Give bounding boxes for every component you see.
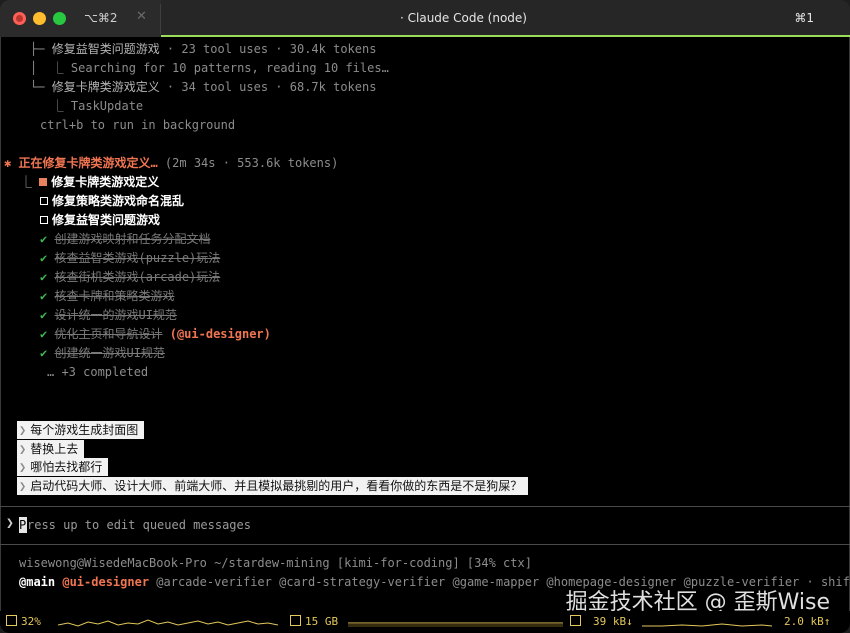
prompt-input[interactable]: ress up to edit queued messages xyxy=(27,516,251,535)
tree-branch-icon: └─ xyxy=(30,80,52,94)
task-assignee: (@ui-designer) xyxy=(169,327,271,341)
task-label: 优化主页和导航设计 xyxy=(54,327,163,341)
minimize-window-button[interactable] xyxy=(33,12,46,25)
system-status-bar: 32% 15 GB 39 kB↓ 2.0 kB↑ xyxy=(0,611,850,633)
task-label: 设计统一的游戏UI规范 xyxy=(54,308,177,322)
maximize-window-button[interactable] xyxy=(53,12,66,25)
queued-chevron-icon: ❯ xyxy=(19,423,27,437)
agent-activity: ⎿ TaskUpdate xyxy=(30,97,143,116)
tree-branch-icon: │ ⎿ xyxy=(30,61,71,75)
prompt-chevron-icon: ❯ xyxy=(6,516,14,531)
queued-message[interactable]: ❯ 启动代码大师、设计大师、前端大师、并且模拟最挑剔的用户，看看你做的东西是不是狗… xyxy=(17,477,529,495)
net-down-value: 39 kB↓ xyxy=(593,615,633,628)
tree-branch-icon: ├─ xyxy=(30,42,52,56)
queued-message[interactable]: ❯ 哪怕去找都行 xyxy=(17,458,109,476)
check-icon: ✔ xyxy=(40,327,48,341)
tab-shortcut-label[interactable]: ⌥⌘2 xyxy=(84,11,117,25)
close-window-button[interactable] xyxy=(13,12,26,25)
window-shortcut-label: ⌘1 xyxy=(794,11,814,25)
tree-branch-icon: ⎿ xyxy=(30,99,71,113)
agent-meta: · 23 tool uses · 30.4k tokens xyxy=(159,42,377,56)
check-icon: ✔ xyxy=(40,270,48,284)
queued-message-text: 每个游戏生成封面图 xyxy=(30,423,139,437)
agent-activity-text: Searching for 10 patterns, reading 10 fi… xyxy=(70,61,389,75)
queued-message-text: 替换上去 xyxy=(30,442,79,456)
terminal-window: ⌥⌘2 ✕ · Claude Code (node) ⌘1 ├─ 修复益智类问题… xyxy=(0,0,850,633)
input-top-divider xyxy=(0,506,850,507)
task-label: 修复卡牌类游戏定义 xyxy=(51,175,160,189)
task-item-completed: ✔ 创建游戏映射和任务分配文档 xyxy=(40,230,210,249)
check-icon: ✔ xyxy=(40,308,48,322)
queued-message-text: 哪怕去找都行 xyxy=(30,460,103,474)
agent-mention-main[interactable]: @main xyxy=(19,575,55,589)
network-sparkline xyxy=(642,623,772,627)
tree-branch-icon: ⎿ xyxy=(20,175,40,189)
tab-close-icon[interactable]: ✕ xyxy=(136,9,147,24)
task-item-completed: ✔ 核查卡牌和策略类游戏 xyxy=(40,287,174,306)
check-icon: ✔ xyxy=(40,346,48,360)
agent-name: 修复益智类问题游戏 xyxy=(51,42,160,56)
agent-tree-item: ├─ 修复益智类问题游戏 · 23 tool uses · 30.4k toke… xyxy=(30,40,376,59)
queued-chevron-icon: ❯ xyxy=(19,479,27,493)
footer-path-line: wisewong@WisedeMacBook-Pro ~/stardew-min… xyxy=(19,556,532,570)
spinner-star-icon: ✱ xyxy=(4,156,12,170)
window-title: · Claude Code (node) xyxy=(400,11,527,25)
memory-sparkline xyxy=(348,622,563,627)
title-bar: ⌥⌘2 ✕ · Claude Code (node) ⌘1 xyxy=(0,0,850,37)
cpu-value: 32% xyxy=(21,615,41,628)
agent-activity-text: TaskUpdate xyxy=(70,99,144,113)
task-label: 修复策略类游戏命名混乱 xyxy=(52,194,185,208)
queued-message-text: 启动代码大师、设计大师、前端大师、并且模拟最挑剔的用户，看看你做的东西是不是狗屎… xyxy=(30,479,523,493)
network-indicator xyxy=(570,615,585,628)
check-icon: ✔ xyxy=(40,251,48,265)
working-status: ✱ 正在修复卡牌类游戏定义… (2m 34s · 553.6k tokens) xyxy=(4,154,338,173)
task-label: 修复益智类问题游戏 xyxy=(52,213,161,227)
pending-square-icon xyxy=(40,216,48,224)
task-item-pending: 修复益智类问题游戏 xyxy=(40,211,160,230)
task-label: 创建统一游戏UI规范 xyxy=(54,346,165,360)
queued-chevron-icon: ❯ xyxy=(19,442,27,456)
agent-mention-ui-designer[interactable]: @ui-designer xyxy=(62,575,149,589)
task-item-completed: ✔ 核查益智类游戏(puzzle)玩法 xyxy=(40,249,220,268)
task-item-completed: ✔ 核查街机类游戏(arcade)玩法 xyxy=(40,268,220,287)
task-label: 核查卡牌和策略类游戏 xyxy=(54,289,175,303)
task-label: 核查街机类游戏(arcade)玩法 xyxy=(54,270,221,284)
queued-chevron-icon: ❯ xyxy=(19,460,27,474)
input-bottom-divider xyxy=(0,544,850,545)
active-tab-indicator xyxy=(161,35,850,37)
memory-icon xyxy=(290,615,301,626)
queued-message[interactable]: ❯ 替换上去 xyxy=(17,440,85,458)
check-icon: ✔ xyxy=(40,232,48,246)
memory-value: 15 GB xyxy=(305,615,339,628)
background-hint: ctrl+b to run in background xyxy=(40,118,236,132)
pending-square-icon xyxy=(40,197,48,205)
cursor-letter: P xyxy=(19,518,27,532)
cpu-sparkline xyxy=(58,619,278,627)
agent-name: 修复卡牌类游戏定义 xyxy=(51,80,160,94)
agent-tree-item: └─ 修复卡牌类游戏定义 · 34 tool uses · 68.7k toke… xyxy=(30,78,376,97)
task-label: 核查益智类游戏(puzzle)玩法 xyxy=(54,251,221,265)
agent-meta: · 34 tool uses · 68.7k tokens xyxy=(159,80,377,94)
task-item-completed: ✔ 优化主页和导航设计 (@ui-designer) xyxy=(40,325,271,344)
status-title: 正在修复卡牌类游戏定义… xyxy=(18,156,158,170)
check-icon: ✔ xyxy=(40,289,48,303)
task-item-active: ⎿ 修复卡牌类游戏定义 xyxy=(20,173,159,192)
task-item-completed: ✔ 设计统一的游戏UI规范 xyxy=(40,306,177,325)
task-item-pending: 修复策略类游戏命名混乱 xyxy=(40,192,184,211)
agent-activity: │ ⎿ Searching for 10 patterns, reading 1… xyxy=(30,59,389,78)
cpu-indicator: 32% xyxy=(6,615,41,628)
memory-indicator: 15 GB xyxy=(290,615,338,628)
more-completed-tasks[interactable]: … +3 completed xyxy=(47,363,148,382)
cpu-icon xyxy=(6,615,17,626)
task-item-completed: ✔ 创建统一游戏UI规范 xyxy=(40,344,165,363)
net-up-value: 2.0 kB↑ xyxy=(784,615,831,628)
task-label: 创建游戏映射和任务分配文档 xyxy=(54,232,211,246)
network-icon xyxy=(570,615,581,626)
status-meta: (2m 34s · 553.6k tokens) xyxy=(157,156,339,170)
in-progress-square-icon xyxy=(39,178,48,186)
queued-message[interactable]: ❯ 每个游戏生成封面图 xyxy=(17,421,145,439)
